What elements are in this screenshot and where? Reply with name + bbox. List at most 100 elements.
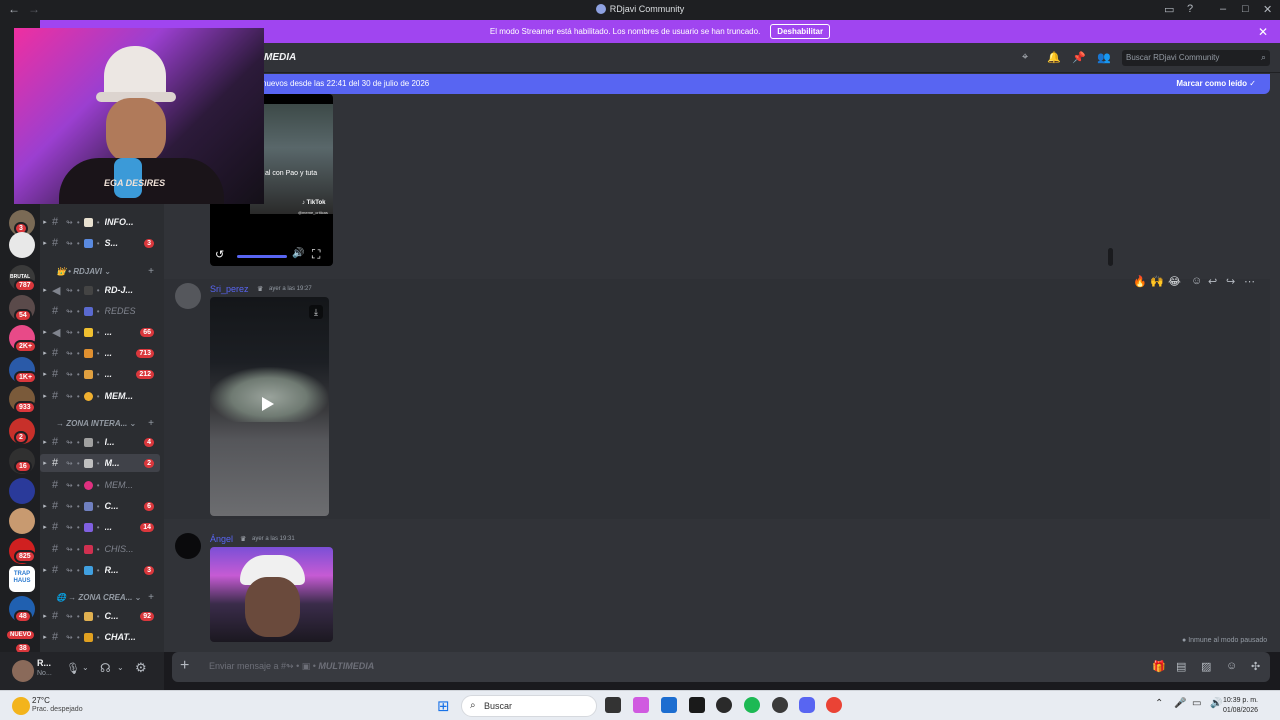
channel-item[interactable]: ▸ # ↬ • • C... 92 [40,607,160,625]
video-attachment[interactable]: ⤓ [210,297,329,516]
close-window-button[interactable]: ✕ [1263,3,1272,16]
channel-item[interactable]: # ↬ • • CHIS... [40,540,160,558]
microphone-icon[interactable]: 🎤 [1174,698,1186,709]
channel-item[interactable]: # ↬ • • MEM... [40,476,160,494]
taskbar-search[interactable]: ⌕ Buscar [461,695,597,717]
headphones-icon[interactable]: ☊ [100,661,111,675]
video-frame [245,577,300,637]
server-icon[interactable] [9,232,35,258]
reaction-fire-icon[interactable]: 🔥 [1133,275,1147,288]
spotify-icon[interactable] [744,697,760,713]
message-composer[interactable]: + Enviar mensaje a #↬ • ▣ • MULTIMEDIA 🎁… [172,652,1270,682]
channel-item[interactable]: # ↬ • • REDES [40,302,160,320]
display-icon[interactable]: ▭ [1192,698,1201,709]
store-icon[interactable] [661,697,677,713]
message-author[interactable]: Sri_perez [210,284,249,294]
copilot-icon[interactable] [633,697,649,713]
pin-icon[interactable]: 📌 [1072,51,1086,64]
message-author[interactable]: Ángel [210,534,233,544]
channel-item[interactable]: ▸ # ↬ • •... 713 [40,344,160,362]
windows-start-icon[interactable]: ⊞ [437,697,450,715]
bell-icon[interactable]: 🔔 [1047,51,1061,64]
server-icon[interactable] [9,508,35,534]
emoji-icon[interactable]: ☺ [1226,660,1237,672]
channel-item-selected[interactable]: ▸ # ↬ • • M... 2 [40,454,160,472]
mark-as-read-button[interactable]: Marcar como leído ✓ [1176,79,1256,88]
new-messages-bar[interactable]: nuevos desde las 22:41 del 30 de julio d… [176,74,1270,94]
hash-icon: # [52,216,59,228]
add-attachment-icon[interactable]: + [180,657,189,675]
user-name: R... [37,658,52,668]
reaction-pray-icon[interactable]: 🙌 [1150,275,1164,288]
gif-icon[interactable]: ▤ [1176,660,1186,673]
task-view-icon[interactable] [605,697,621,713]
category-header[interactable]: → ZONA INTERA... ⌄ [56,419,136,428]
replay-icon[interactable]: ↺ [215,248,224,261]
volume-icon[interactable]: 🔊 [1210,698,1222,709]
gift-icon[interactable]: 🎁 [1152,660,1166,673]
disable-streamer-button[interactable]: Deshabilitar [770,24,831,39]
add-reaction-icon[interactable]: ☺ [1191,275,1202,287]
hash-icon: # [52,347,59,359]
help-icon[interactable]: ? [1187,3,1193,15]
discord-taskbar-icon[interactable] [799,697,815,713]
avatar[interactable] [12,660,34,682]
channel-item[interactable]: ▸ # ↬ • •... 14 [40,518,160,536]
channel-item[interactable]: ▸ # ↬ • • R... 3 [40,561,160,579]
add-channel-icon[interactable]: + [148,592,154,603]
reply-icon[interactable]: ↩ [1208,275,1217,288]
microphone-icon[interactable]: 🎙 [66,662,80,675]
play-icon[interactable] [262,397,274,411]
avatar[interactable] [175,283,201,309]
close-icon[interactable]: ✕ [1258,25,1268,39]
more-options-icon[interactable]: ⋯ [1244,275,1255,288]
composer-placeholder: Enviar mensaje a #↬ • ▣ • MULTIMEDIA [209,661,375,671]
channel-item[interactable]: ▸ # ↬ • • MEM... [40,387,160,405]
video-attachment[interactable] [210,547,333,642]
avatar[interactable] [175,533,201,559]
volume-icon[interactable]: 🔊 [292,248,304,259]
weather-icon[interactable] [12,697,30,715]
forward-icon[interactable]: ↪ [1226,275,1235,288]
chevron-down-icon[interactable]: ⌄ [117,663,124,672]
maximize-button[interactable]: □ [1242,3,1249,15]
channel-item[interactable]: ▸ # ↬ • • INFO... [40,213,160,231]
reaction-laugh-icon[interactable]: 😂 [1168,275,1181,288]
channel-item[interactable]: ▸ # ↬ • • C... 6 [40,497,160,515]
title-bar: ← → RDjavi Community ▭ ? – □ ✕ [0,0,1280,20]
channel-item[interactable]: ▸ # ↬ • • CHAT... [40,628,160,646]
clock[interactable]: 10:39 p. m. 01/08/2026 [1223,696,1258,716]
chrome-icon[interactable] [826,697,842,713]
channel-item[interactable]: ▸ ◀ ↬ • • RD-J... [40,281,160,299]
tray-chevron-icon[interactable]: ⌃ [1155,698,1163,709]
channel-header: MEDIA ⌖ 🔔 📌 👥 Buscar RDjavi Community ⌕ [164,43,1280,73]
add-channel-icon[interactable]: + [148,418,154,429]
search-input[interactable]: Buscar RDjavi Community ⌕ [1122,50,1270,66]
volume-slider[interactable] [237,255,287,258]
tiktok-handle: @meme_criticas [298,210,328,215]
apps-icon[interactable]: ✣ [1251,660,1260,673]
category-header[interactable]: 🌐 → ZONA CREA... ⌄ [56,593,141,602]
settings-gear-icon[interactable]: ⚙ [135,660,147,676]
app-icon[interactable] [772,697,788,713]
channel-item[interactable]: ▸ # ↬ • •... 212 [40,365,160,383]
terminal-icon[interactable] [689,697,705,713]
sticker-icon[interactable]: ▨ [1201,660,1211,673]
server-icon[interactable] [9,478,35,504]
channel-item[interactable]: ▸ # ↬ • • I... 4 [40,433,160,451]
inbox-icon[interactable]: ▭ [1164,3,1174,16]
download-icon[interactable]: ⤓ [309,305,323,319]
unread-badge: 4 [144,437,154,447]
channel-item[interactable]: ▸ # ↬ • • S... 3 [40,234,160,252]
minimize-button[interactable]: – [1220,3,1226,15]
app-icon[interactable] [716,697,732,713]
members-icon[interactable]: 👥 [1097,51,1111,64]
threads-icon[interactable]: ⌖ [1022,51,1028,64]
server-icon[interactable]: TRAP HAUS [9,566,35,592]
channel-item[interactable]: ▸ ◀ ↬ • •... 66 [40,323,160,341]
fullscreen-icon[interactable]: ⛶ [312,247,320,262]
chevron-down-icon[interactable]: ⌄ [82,663,89,672]
scrollbar-thumb[interactable] [1108,248,1113,266]
add-channel-icon[interactable]: + [148,266,154,277]
category-header[interactable]: 👑 • RDJAVI ⌄ [56,267,111,276]
